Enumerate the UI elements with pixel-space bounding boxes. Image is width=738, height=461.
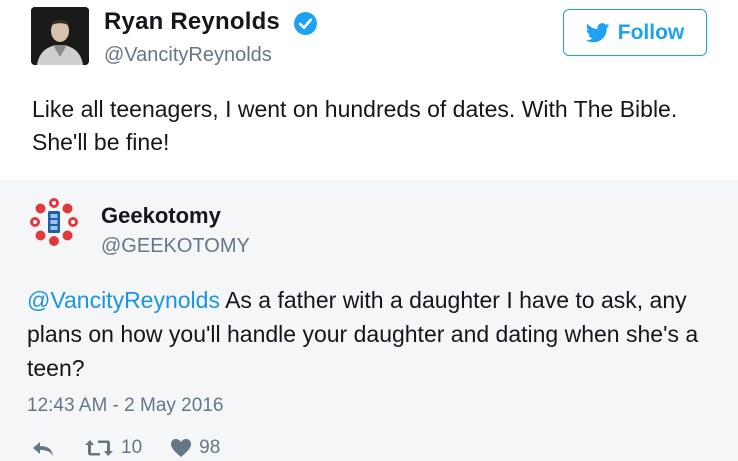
mention-link[interactable]: @VancityReynolds [27, 287, 220, 313]
quoted-tweet-text: @VancityReynolds As a father with a daug… [27, 283, 717, 385]
avatar-photo [31, 7, 89, 65]
tweet-text: Like all teenagers, I went on hundreds o… [32, 96, 678, 155]
reply-button[interactable] [30, 438, 56, 458]
like-button[interactable]: 98 [170, 437, 220, 459]
follow-label: Follow [617, 20, 685, 44]
timestamp[interactable]: 12:43 AM - 2 May 2016 [27, 395, 223, 417]
reply-icon [33, 442, 53, 456]
quoted-author-name[interactable]: Geekotomy [101, 203, 221, 229]
heart-icon [171, 439, 192, 457]
author-name[interactable]: Ryan Reynolds [104, 8, 280, 36]
action-bar: 10 98 [30, 436, 220, 460]
avatar[interactable] [31, 7, 89, 65]
verified-icon [294, 12, 317, 35]
retweet-icon [85, 440, 113, 456]
like-count: 98 [199, 437, 221, 458]
author-handle[interactable]: @VancityReynolds [104, 44, 272, 67]
twitter-bird-icon [585, 22, 610, 42]
retweet-button[interactable]: 10 [84, 437, 142, 459]
follow-button[interactable]: Follow [563, 9, 707, 56]
quoted-author-handle[interactable]: @GEEKOTOMY [101, 235, 250, 258]
geekotomy-logo-icon[interactable] [26, 196, 82, 252]
retweet-count: 10 [121, 437, 143, 458]
